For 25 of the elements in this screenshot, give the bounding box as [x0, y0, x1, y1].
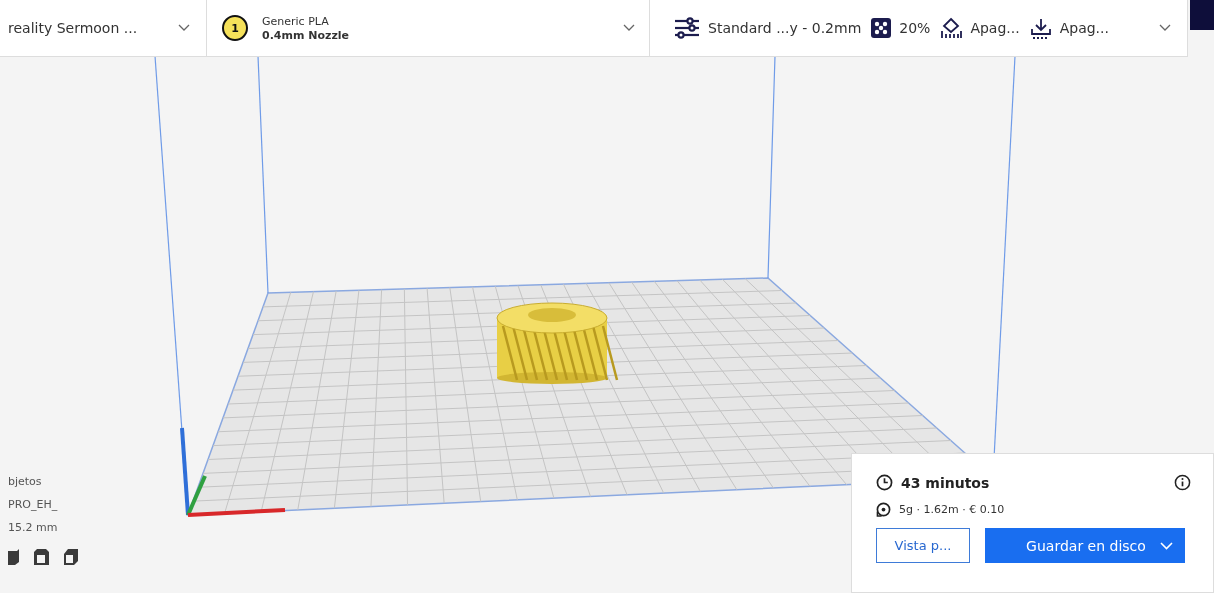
extruder-badge: 1 [222, 15, 248, 41]
chevron-down-icon [1159, 24, 1171, 32]
object-info-text: PRO_EH_ [8, 498, 59, 512]
view-cube-icon[interactable] [32, 548, 50, 566]
object-info-text: 15.2 mm [8, 521, 59, 535]
support-icon [940, 17, 963, 39]
preview-button[interactable]: Vista p... [876, 528, 970, 563]
object-info-text: bjetos [8, 475, 43, 489]
adhesion-icon [1029, 17, 1052, 39]
extruder-selector[interactable]: 1 Generic PLA 0.4mm Nozzle [207, 0, 650, 56]
material-estimate: 5g · 1.62m · € 0.10 [899, 503, 1005, 516]
view-cube-icon[interactable] [8, 548, 20, 566]
infill-icon [871, 18, 892, 38]
panel-edge [1190, 0, 1214, 30]
spool-icon [876, 502, 891, 517]
chevron-down-icon [623, 24, 635, 32]
view-cube-icon[interactable] [62, 548, 80, 566]
sliders-icon [674, 17, 700, 39]
print-time: 43 minutos [901, 474, 990, 491]
clock-icon [876, 474, 893, 491]
print-settings-selector[interactable]: Standard ...y - 0.2mm 20% Apag... Apag... [650, 0, 1187, 56]
chevron-down-icon [1159, 541, 1173, 550]
printer-selector[interactable]: reality Sermoon ... [0, 0, 207, 56]
chevron-down-icon [178, 24, 190, 32]
info-icon[interactable] [1174, 474, 1191, 491]
